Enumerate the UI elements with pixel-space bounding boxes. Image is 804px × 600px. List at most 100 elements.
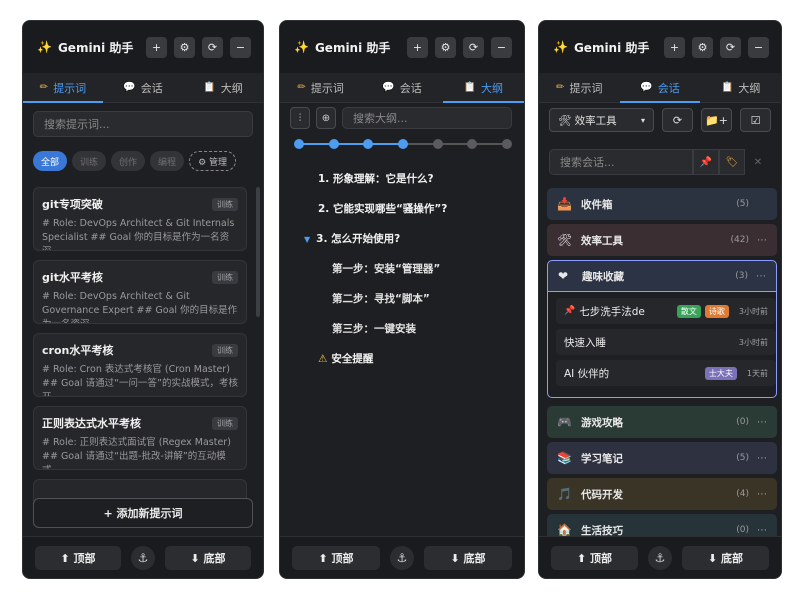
level-dot[interactable]	[432, 139, 443, 149]
sync-button[interactable]: ⟳	[662, 108, 693, 132]
locate-button[interactable]: ⊕	[316, 107, 336, 129]
tag-filter-icon[interactable]: 🏷	[719, 149, 745, 175]
outline-item[interactable]: 第二步：寻找“脚本”	[332, 291, 430, 306]
pin-filter-icon[interactable]: 📌	[693, 149, 719, 175]
session-item[interactable]: 📌 七步洗手法de 散文 诗歌 3小时前	[556, 298, 776, 324]
session-folder[interactable]: ❤ 趣味收藏 (3) ⋯	[547, 260, 777, 292]
tab-prompts[interactable]: ✏ 提示词	[23, 73, 103, 103]
more-icon[interactable]: ⋯	[757, 453, 767, 464]
filter-all[interactable]: 全部	[33, 151, 68, 171]
outline-item[interactable]: 第三步：一键安装	[332, 321, 416, 336]
session-item[interactable]: AI 伙伴的 士大夫 1天前	[556, 360, 776, 386]
session-folder[interactable]: 🎵 代码开发 (4) ⋯	[547, 478, 777, 510]
scrollbar[interactable]	[256, 187, 260, 317]
tab-sessions[interactable]: 💬 会话	[361, 73, 442, 102]
outline-item[interactable]: 第一步：安装“管理器”	[332, 261, 440, 276]
outline-item-text: 第一步：安装“管理器”	[332, 263, 441, 275]
chevron-down-icon: ▾	[640, 115, 645, 125]
sort-button[interactable]: ⫶	[290, 107, 310, 129]
prompt-card-header: 正则表达式水平考核 训练	[42, 415, 238, 431]
tab-sessions[interactable]: 💬 会话	[103, 73, 183, 102]
folder-count: (5)	[736, 199, 749, 209]
tab-outline[interactable]: 📋 大纲	[183, 73, 263, 102]
session-time: 3小时前	[738, 337, 768, 347]
tab-outline[interactable]: 📋 大纲	[442, 73, 524, 103]
refresh-button[interactable]: ⟳	[720, 36, 741, 58]
outline-item[interactable]: ⚠ 安全提醒	[318, 351, 373, 366]
outline-item[interactable]: ▼ 3. 怎么开始使用?	[304, 231, 400, 246]
more-icon[interactable]: ⋯	[757, 525, 767, 536]
level-slider[interactable]	[294, 137, 512, 151]
session-search-input[interactable]: 搜索会话...	[549, 149, 693, 175]
minimize-button[interactable]: −	[230, 36, 251, 58]
scroll-bottom-button[interactable]: ⬇ 底部	[165, 545, 251, 570]
filter-training[interactable]: 训练	[72, 151, 107, 171]
panel-header: ✨ Gemini 助手 + ⚙ ⟳ −	[280, 21, 524, 73]
scroll-bottom-button[interactable]: ⬇ 底部	[682, 545, 769, 570]
outline-item[interactable]: 2. 它能实现哪些“骚操作”?	[318, 201, 447, 216]
prompt-card[interactable]: 正则表达式水平考核 训练 # Role: 正则表达式面试官 (Regex Maste…	[33, 406, 247, 470]
minimize-button[interactable]: −	[748, 36, 769, 58]
level-dot[interactable]	[294, 139, 304, 149]
tab-outline[interactable]: 📋 大纲	[700, 73, 781, 102]
session-folder[interactable]: 🎮 游戏攻略 (0) ⋯	[547, 406, 777, 438]
prompt-card[interactable]: git专项突破 训练 # Role: DevOps Architect & Git …	[33, 187, 247, 251]
prompt-card-desc: # Role: Cron 表达式考核官 (Cron Master) ## Goa…	[42, 364, 238, 396]
scroll-top-button[interactable]: ⬆ 顶部	[551, 545, 638, 570]
batch-select-button[interactable]: ☑	[740, 108, 771, 132]
expand-arrow-icon[interactable]: ▼	[304, 235, 310, 244]
new-button[interactable]: +	[407, 36, 428, 58]
scroll-top-button[interactable]: ⬆ 顶部	[292, 545, 380, 570]
filter-coding[interactable]: 编程	[150, 151, 185, 171]
session-folder[interactable]: 📥 收件箱 (5)	[547, 188, 777, 220]
session-folder[interactable]: 🛠 效率工具 (42) ⋯	[547, 224, 777, 256]
more-icon[interactable]: ⋯	[757, 417, 767, 428]
prompt-card[interactable]: cron水平考核 训练 # Role: Cron 表达式考核官 (Cron Mast…	[33, 333, 247, 397]
new-folder-button[interactable]: 📁+	[701, 108, 732, 132]
tab-prompts[interactable]: ✏ 提示词	[539, 73, 620, 102]
new-button[interactable]: +	[664, 36, 685, 58]
anchor-icon[interactable]: ⚓	[131, 545, 155, 570]
level-dot[interactable]	[398, 139, 408, 149]
anchor-icon[interactable]: ⚓	[648, 545, 672, 570]
anchor-icon[interactable]: ⚓	[390, 545, 414, 570]
scroll-top-button[interactable]: ⬆ 顶部	[35, 545, 121, 570]
folder-icon: ❤	[558, 269, 569, 283]
folder-name: 趣味收藏	[582, 270, 624, 283]
prompt-search-input[interactable]: 搜索提示词...	[33, 111, 253, 137]
add-prompt-button[interactable]: + 添加新提示词	[33, 498, 253, 528]
tab-prompts[interactable]: ✏ 提示词	[280, 73, 361, 102]
more-icon[interactable]: ⋯	[756, 271, 766, 282]
tab-sessions[interactable]: 💬 会话	[619, 73, 701, 103]
level-dot[interactable]	[502, 139, 512, 149]
session-folder[interactable]: 🏠 生活技巧 (0) ⋯	[547, 514, 777, 538]
new-button[interactable]: +	[146, 36, 167, 58]
level-dot[interactable]	[328, 139, 339, 149]
session-item[interactable]: 快速入睡 3小时前	[556, 329, 776, 355]
settings-button[interactable]: ⚙	[435, 36, 456, 58]
manage-button[interactable]: ⚙ 管理	[189, 151, 236, 171]
folder-select[interactable]: 🛠 效率工具 ▾	[549, 108, 654, 132]
outline-item[interactable]: 1. 形象理解：它是什么?	[318, 171, 434, 186]
outline-item-text: 1. 形象理解：它是什么?	[318, 173, 434, 185]
session-title: 快速入睡	[564, 336, 606, 349]
settings-button[interactable]: ⚙	[174, 36, 195, 58]
session-time: 1天前	[746, 368, 768, 378]
level-dot[interactable]	[363, 139, 374, 149]
outline-search-input[interactable]: 搜索大纲...	[342, 107, 512, 129]
filter-creative[interactable]: 创作	[111, 151, 146, 171]
folder-icon: 🎵	[557, 487, 572, 501]
minimize-button[interactable]: −	[491, 36, 512, 58]
settings-button[interactable]: ⚙	[692, 36, 713, 58]
prompt-card[interactable]: git水平考核 训练 # Role: DevOps Architect & Git …	[33, 260, 247, 324]
clipboard-icon: 📋	[463, 82, 477, 93]
folder-icon: 📥	[557, 197, 572, 211]
refresh-button[interactable]: ⟳	[202, 36, 223, 58]
session-folder[interactable]: 📚 学习笔记 (5) ⋯	[547, 442, 777, 474]
scroll-bottom-button[interactable]: ⬇ 底部	[424, 545, 512, 570]
level-dot[interactable]	[467, 139, 478, 149]
more-icon[interactable]: ⋯	[757, 489, 767, 500]
more-icon[interactable]: ⋯	[757, 235, 767, 246]
clear-icon[interactable]: ✕	[745, 149, 771, 175]
refresh-button[interactable]: ⟳	[463, 36, 484, 58]
